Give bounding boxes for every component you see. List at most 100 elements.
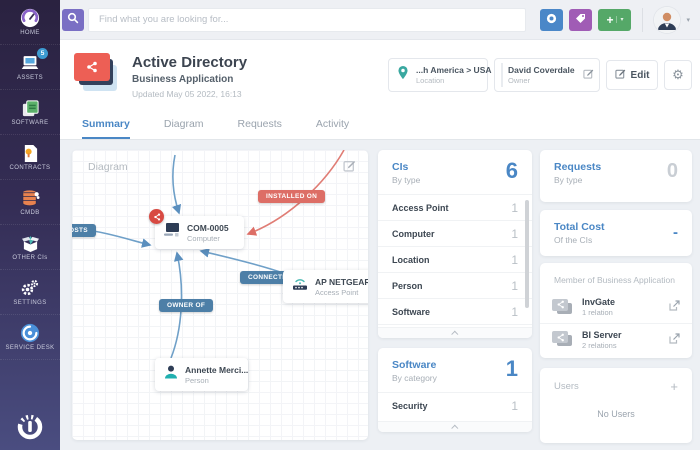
location-label: Location: [416, 76, 445, 85]
diagram-panel-title: Diagram: [88, 161, 128, 173]
gear-icon: ⚙: [672, 67, 684, 82]
cis-scrollbar[interactable]: [525, 200, 529, 308]
sidebar-item-contracts[interactable]: CONTRACTS: [0, 135, 60, 180]
sidebar-item-label: OTHER CIs: [12, 255, 48, 261]
node-person[interactable]: Annette Merci... Person: [155, 358, 248, 391]
sidebar-item-label: SOFTWARE: [11, 120, 49, 126]
member-name: BI Server: [582, 329, 622, 340]
tab-requests[interactable]: Requests: [238, 110, 282, 139]
member-item-bi-server[interactable]: BI Server 2 relations: [540, 323, 692, 355]
software-row-security[interactable]: Security 1: [378, 392, 532, 418]
relation-badge-icon: [149, 209, 164, 224]
ci-type-count: 1: [511, 226, 518, 241]
software-collapse-button[interactable]: [378, 421, 532, 432]
software-category-count: 1: [511, 398, 518, 413]
sidebar-item-settings[interactable]: SETTINGS: [0, 270, 60, 315]
software-total-count: 1: [505, 356, 518, 381]
users-panel: Users + No Users: [540, 368, 692, 443]
add-button[interactable]: + ▾: [598, 8, 632, 31]
business-app-mini-icon: [552, 298, 574, 316]
tab-activity[interactable]: Activity: [316, 110, 349, 139]
member-relations: 2 relations: [582, 340, 617, 350]
settings-gear-button[interactable]: ⚙: [664, 60, 692, 90]
location-chip[interactable]: ...h America > USA Location: [388, 58, 510, 92]
sidebar-item-service-desk[interactable]: SERVICE DESK: [0, 315, 60, 360]
person-icon: [164, 365, 178, 384]
invgate-logo: [0, 412, 60, 442]
cost-button[interactable]: [540, 8, 564, 31]
member-item-invgate[interactable]: InvGate 1 relation: [540, 291, 692, 323]
edit-diagram-icon[interactable]: [343, 159, 356, 177]
share-icon: [74, 53, 110, 81]
cis-row-person[interactable]: Person 1: [378, 272, 532, 298]
owner-label: Owner: [508, 76, 531, 85]
node-type: Computer: [187, 233, 220, 243]
ci-type-label: Location: [392, 254, 430, 265]
chevron-up-icon: [450, 330, 458, 338]
open-box-icon: [21, 233, 40, 253]
user-menu-chevron-icon[interactable]: ▾: [686, 16, 690, 24]
ci-type-count: 1: [511, 304, 518, 319]
updated-timestamp: Updated May 05 2022, 16:13: [132, 89, 242, 99]
search-button[interactable]: [62, 8, 84, 31]
cis-row-software[interactable]: Software 1: [378, 298, 532, 324]
edge-label-owner-of: OWNER OF: [159, 299, 214, 312]
software-panel-subtitle: By category: [392, 373, 437, 383]
computer-icon: [164, 223, 180, 242]
location-icon: [396, 65, 410, 85]
open-external-icon[interactable]: [669, 331, 680, 349]
search-icon: [67, 12, 79, 27]
requests-panel-subtitle: By type: [554, 175, 583, 185]
total-cost-panel: Total Cost Of the CIs -: [540, 210, 692, 256]
topbar-divider: [642, 7, 644, 32]
tab-summary[interactable]: Summary: [82, 110, 130, 139]
sidebar-item-other-cis[interactable]: OTHER CIs: [0, 225, 60, 270]
ci-type-label: Computer: [392, 228, 435, 239]
edit-button[interactable]: Edit: [606, 60, 658, 90]
chevron-down-icon: ▾: [616, 16, 624, 23]
software-list: Security 1: [378, 392, 532, 420]
add-user-button[interactable]: +: [670, 380, 678, 393]
owner-chip[interactable]: David Coverdale Owner: [494, 58, 600, 92]
sidebar-item-label: CMDB: [20, 210, 40, 216]
tab-diagram[interactable]: Diagram: [164, 110, 204, 139]
sidebar-item-home[interactable]: HOME: [0, 0, 60, 45]
tag-button[interactable]: [569, 8, 593, 31]
sidebar-item-label: SETTINGS: [13, 300, 47, 306]
tag-icon: [575, 12, 586, 27]
sidebar-item-label: SERVICE DESK: [5, 345, 55, 351]
cis-collapse-button[interactable]: [378, 327, 532, 338]
cis-row-access-point[interactable]: Access Point 1: [378, 194, 532, 220]
chevron-up-icon: [450, 424, 458, 432]
cis-row-location[interactable]: Location 1: [378, 246, 532, 272]
sidebar-item-label: CONTRACTS: [9, 165, 51, 171]
business-app-mini-icon: [552, 331, 574, 348]
node-access-point[interactable]: AP NETGEAR Access Point: [283, 270, 368, 303]
user-avatar[interactable]: [654, 6, 681, 33]
node-type: Person: [185, 375, 209, 385]
topbar: + ▾ ▾: [60, 0, 700, 40]
sidebar-item-cmdb[interactable]: CMDB: [0, 180, 60, 225]
requests-panel: Requests By type 0: [540, 150, 692, 202]
topbar-actions: + ▾ ▾: [540, 6, 690, 33]
access-point-icon: [292, 277, 308, 296]
node-computer[interactable]: COM-0005 Computer: [149, 209, 244, 249]
member-relations: 1 relation: [582, 308, 613, 317]
plus-icon: +: [606, 12, 614, 27]
gears-icon: [20, 278, 40, 298]
node-name: Annette Merci...: [185, 364, 249, 375]
total-cost-subtitle: Of the CIs: [554, 235, 593, 245]
sidebar-item-assets[interactable]: 5 ASSETS: [0, 45, 60, 90]
ci-type-label: Access Point: [392, 202, 449, 213]
cis-list: Access Point 1 Computer 1 Location 1 Per…: [378, 194, 532, 327]
search-input[interactable]: [88, 7, 526, 32]
sidebar-item-software[interactable]: SOFTWARE: [0, 90, 60, 135]
edge-label-installed-on: INSTALLED ON: [258, 190, 326, 203]
open-external-icon[interactable]: [669, 298, 680, 316]
pencil-icon: [614, 68, 626, 82]
cis-row-computer[interactable]: Computer 1: [378, 220, 532, 246]
software-panel-title: Software: [392, 359, 437, 371]
edit-owner-icon[interactable]: [582, 66, 594, 84]
ci-type-label: Software: [392, 306, 431, 317]
owner-value: David Coverdale: [508, 65, 575, 75]
